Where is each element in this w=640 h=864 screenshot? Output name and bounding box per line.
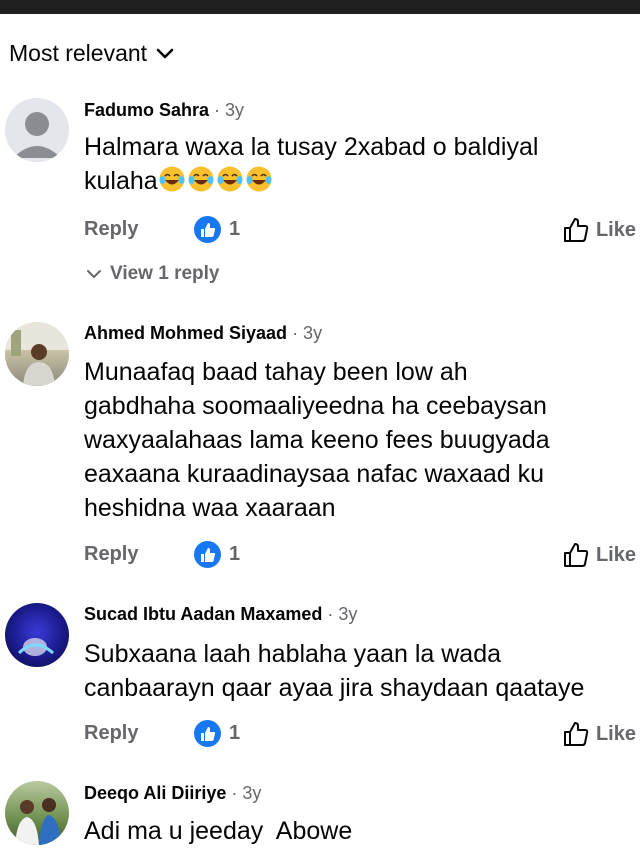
like-button[interactable]: Like xyxy=(562,541,636,569)
default-avatar-icon xyxy=(13,112,61,158)
profile-photo xyxy=(5,322,69,386)
comment-line: kulaha xyxy=(84,167,158,195)
thumbs-up-icon xyxy=(194,216,221,243)
laughing-tears-emoji-icon xyxy=(217,166,243,192)
thumbs-up-outline-icon xyxy=(563,722,589,746)
reply-button[interactable]: Reply xyxy=(84,218,138,241)
reply-button[interactable]: Reply xyxy=(84,543,138,566)
comment-age: · 3y xyxy=(292,323,323,343)
author-name[interactable]: Fadumo Sahra xyxy=(84,100,209,120)
comment-text: Munaafaq baad tahay been low ah gabdhaha… xyxy=(84,355,629,525)
comment-author-line: Fadumo Sahra · 3y xyxy=(84,100,244,121)
reaction-count: 1 xyxy=(229,218,241,240)
reaction-count: 1 xyxy=(229,722,241,744)
reaction-summary[interactable]: 1 xyxy=(194,541,240,568)
comment-actions: Reply 1 Like xyxy=(84,720,636,752)
comment-author-line: Ahmed Mohmed Siyaad · 3y xyxy=(84,323,322,344)
comment-line: canbaarayn qaar ayaa jira shaydaan qaata… xyxy=(84,674,585,702)
thumbs-up-icon xyxy=(194,541,221,568)
avatar[interactable] xyxy=(5,781,69,845)
thumbs-up-icon xyxy=(194,720,221,747)
comment-line: eaxaana kuraadinaysaa nafac waxaad ku xyxy=(84,460,545,488)
laughing-tears-emoji-icon xyxy=(159,166,185,192)
profile-photo xyxy=(17,638,54,656)
author-name[interactable]: Ahmed Mohmed Siyaad xyxy=(84,323,287,343)
author-name[interactable]: Deeqo Ali Diiriye xyxy=(84,783,226,803)
comment-actions: Reply 1 Like xyxy=(84,216,636,248)
like-button[interactable]: Like xyxy=(562,216,636,244)
sort-label: Most relevant xyxy=(9,40,148,66)
comment-line-with-emoji: kulaha xyxy=(84,164,629,198)
reaction-summary[interactable]: 1 xyxy=(194,216,240,243)
comment-line: heshidna waa xaaraan xyxy=(84,494,336,522)
like-label: Like xyxy=(595,218,636,241)
comment-line: waxyaalahaas lama keeno fees buugyada xyxy=(84,426,550,454)
thumbs-up-outline-icon xyxy=(563,543,589,567)
comment-line: gabdhaha soomaaliyeedna ha ceebaysan xyxy=(84,392,547,420)
reaction-count: 1 xyxy=(229,543,241,565)
comment-author-line: Deeqo Ali Diiriye · 3y xyxy=(84,783,261,804)
status-bar xyxy=(0,0,640,14)
thumbs-up-outline-icon xyxy=(563,218,589,242)
like-label: Like xyxy=(595,543,636,566)
comment-actions: Reply 1 Like xyxy=(84,541,636,573)
comment-text: Adi ma u jeeday Abowe xyxy=(84,814,629,848)
reaction-summary[interactable]: 1 xyxy=(194,720,240,747)
comment-line: Halmara waxa la tusay 2xabad o baldiyal xyxy=(84,133,539,161)
chevron-down-icon xyxy=(87,270,101,279)
comment-line: Adi ma u jeeday Abowe xyxy=(84,817,353,845)
sort-dropdown[interactable]: Most relevant xyxy=(9,40,175,67)
comment-age: · 3y xyxy=(231,783,262,803)
comment-text: Subxaana laah hablaha yaan la wada canba… xyxy=(84,637,629,705)
view-replies-button[interactable]: View 1 reply xyxy=(86,263,220,285)
comment-age: · 3y xyxy=(214,100,245,120)
reply-button[interactable]: Reply xyxy=(84,722,138,745)
avatar[interactable] xyxy=(5,322,69,386)
laughing-tears-emoji-icon xyxy=(188,166,214,192)
chevron-down-icon xyxy=(156,48,174,58)
profile-photo xyxy=(15,798,61,845)
avatar[interactable] xyxy=(5,603,69,667)
comment-age: · 3y xyxy=(327,604,358,624)
author-name[interactable]: Sucad Ibtu Aadan Maxamed xyxy=(84,604,322,624)
like-label: Like xyxy=(595,722,636,745)
comment-line: Subxaana laah hablaha yaan la wada xyxy=(84,640,502,668)
laughing-tears-emoji-icon xyxy=(246,166,272,192)
view-replies-label: View 1 reply xyxy=(110,263,220,284)
comment-author-line: Sucad Ibtu Aadan Maxamed · 3y xyxy=(84,604,357,625)
comment-line: Munaafaq baad tahay been low ah xyxy=(84,358,468,386)
comment-text: Halmara waxa la tusay 2xabad o baldiyal … xyxy=(84,130,629,198)
like-button[interactable]: Like xyxy=(562,720,636,748)
avatar[interactable] xyxy=(5,98,69,162)
